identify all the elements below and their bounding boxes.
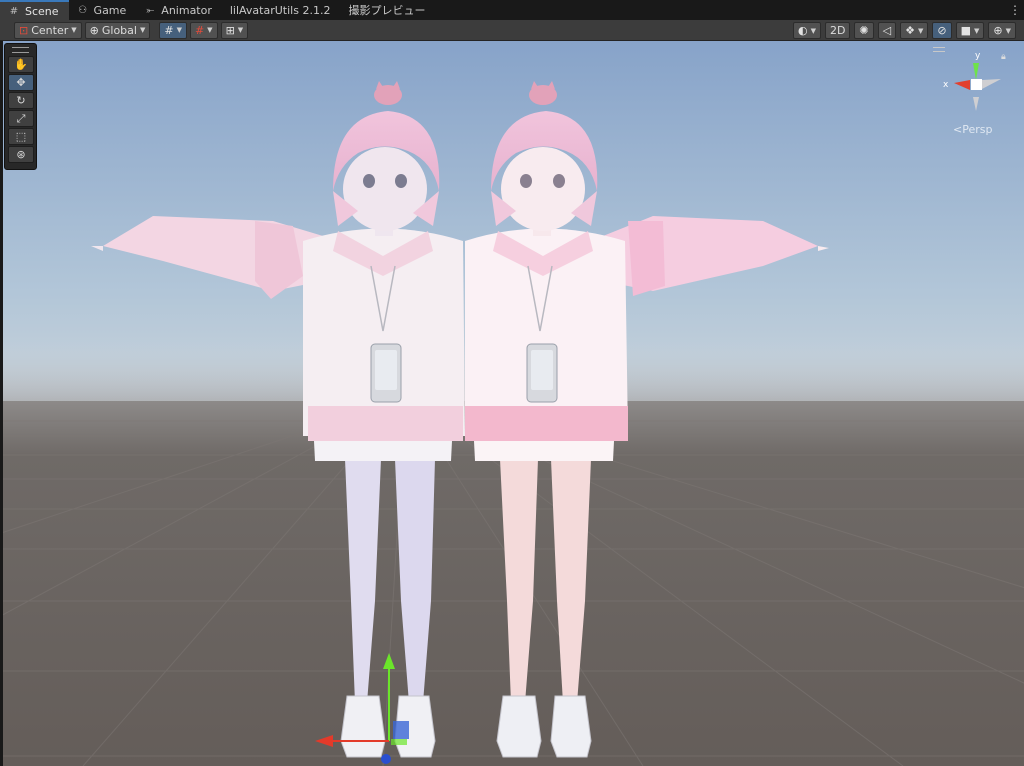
grid-snap-button[interactable]: # ▼ <box>159 21 187 39</box>
lightbulb-icon: ✺ <box>859 24 869 37</box>
scale-tool-button[interactable]: ⤢ <box>8 110 34 127</box>
hand-icon: ✋ <box>14 58 28 71</box>
chevron-left-icon: < <box>953 123 963 136</box>
chevron-down-icon: ▼ <box>207 26 213 34</box>
tab-game[interactable]: ⚇ Game <box>69 0 137 20</box>
neg-x-axis-cone[interactable] <box>982 79 1001 89</box>
scene-grid-icon: # <box>9 5 19 17</box>
layers-icon: ❖ <box>905 24 915 37</box>
gizmos-dropdown[interactable]: ⊕ ▼ <box>988 22 1016 39</box>
gizmo-globe-icon: ⊕ <box>993 24 1003 37</box>
transform-tool-button[interactable]: ⊛ <box>8 146 34 163</box>
rect-tool-button[interactable]: ⬚ <box>8 128 34 145</box>
camera-icon: ■ <box>960 24 971 37</box>
y-axis-cone[interactable] <box>973 63 979 80</box>
pivot-mode-label: Center <box>31 23 69 37</box>
more-options-icon[interactable]: ⋮ <box>1006 0 1024 20</box>
grid-icon: # <box>194 23 205 37</box>
tab-capture-preview[interactable]: 撮影プレビュー <box>340 0 435 20</box>
animator-icon: ⤜ <box>146 4 155 16</box>
move-tool-button[interactable]: ✥ <box>8 74 34 91</box>
pivot-rotation-label: Global <box>101 23 137 37</box>
orientation-gizmo[interactable]: 🔒︎ x y <Persp <box>933 43 1023 138</box>
audio-toggle[interactable]: ◁ <box>877 22 897 39</box>
ruler-icon: ⊞ <box>225 23 235 37</box>
tab-scene[interactable]: # Scene <box>0 0 69 20</box>
tab-lilavatarutils-label: lilAvatarUtils 2.1.2 <box>229 3 331 17</box>
2d-mode-label: 2D <box>829 24 846 37</box>
pivot-mode-dropdown[interactable]: ⊡ Center ▼ <box>14 21 82 39</box>
center-cube[interactable] <box>971 79 982 90</box>
tools-overlay: ✋ ✥ ↻ ⤢ ⬚ ⊛ <box>4 43 37 170</box>
globe-icon: ⊕ <box>89 23 99 37</box>
2d-mode-button[interactable]: 2D <box>824 22 851 39</box>
chevron-down-icon: ▼ <box>139 26 146 34</box>
scene-render <box>3 41 1024 766</box>
chevron-down-icon: ▼ <box>176 26 182 34</box>
scene-viewport[interactable] <box>3 41 1024 766</box>
gizmo-y-label: y <box>975 51 981 61</box>
eye-slash-icon: ⊘ <box>937 24 947 37</box>
projection-label: Persp <box>962 123 993 136</box>
projection-toggle[interactable]: <Persp <box>953 123 992 136</box>
scene-toolbar: ⊡ Center ▼ ⊕ Global ▼ # ▼ # ▼ ⊞ ▼ ◐ ▼ 2D… <box>0 20 1024 41</box>
tab-lilavatarutils[interactable]: lilAvatarUtils 2.1.2 <box>222 0 341 20</box>
tab-animator-label: Animator <box>161 3 212 17</box>
tab-scene-label: Scene <box>25 4 59 18</box>
pivot-rotation-dropdown[interactable]: ⊕ Global ▼ <box>84 21 151 39</box>
chevron-down-icon: ▼ <box>71 26 77 34</box>
tab-animator[interactable]: ⤜ Animator <box>136 0 222 20</box>
chevron-down-icon: ▼ <box>917 26 924 35</box>
chevron-down-icon: ▼ <box>1005 26 1011 35</box>
speaker-icon: ◁ <box>882 24 892 37</box>
increment-snap-button[interactable]: ⊞ ▼ <box>220 21 249 39</box>
window-tab-bar: # Scene ⚇ Game ⤜ Animator lilAvatarUtils… <box>0 0 1024 20</box>
move-arrows-icon: ✥ <box>16 76 26 89</box>
tab-game-label: Game <box>93 3 127 17</box>
grid-snap-icon: # <box>164 23 174 37</box>
overlay-grip-handle[interactable] <box>12 47 29 53</box>
rect-transform-icon: ⬚ <box>15 130 27 143</box>
rotate-tool-button[interactable]: ↻ <box>8 92 34 109</box>
game-controller-icon: ⚇ <box>78 4 88 16</box>
tab-capture-preview-label: 撮影プレビュー <box>348 4 426 17</box>
shading-sphere-icon: ◐ <box>797 24 808 37</box>
view-tool-button[interactable]: ✋ <box>8 56 34 73</box>
neg-y-axis-cone[interactable] <box>973 97 979 111</box>
scene-visibility-toggle[interactable]: ⊘ <box>932 22 952 39</box>
draw-mode-dropdown[interactable]: ◐ ▼ <box>792 22 821 39</box>
pivot-icon: ⊡ <box>19 23 29 37</box>
gizmo-x-label: x <box>943 80 949 90</box>
chevron-down-icon: ▼ <box>810 26 816 35</box>
x-axis-cone[interactable] <box>954 80 970 90</box>
scale-icon: ⤢ <box>16 111 26 125</box>
chevron-down-icon: ▼ <box>237 26 244 34</box>
effects-dropdown[interactable]: ❖ ▼ <box>900 22 929 39</box>
camera-settings-dropdown[interactable]: ■ ▼ <box>955 22 985 39</box>
rotate-icon: ↻ <box>16 94 26 107</box>
lighting-toggle[interactable]: ✺ <box>854 22 874 39</box>
transform-icon: ⊛ <box>16 148 26 161</box>
grid-visibility-button[interactable]: # ▼ <box>189 21 218 39</box>
chevron-down-icon: ▼ <box>974 26 980 35</box>
